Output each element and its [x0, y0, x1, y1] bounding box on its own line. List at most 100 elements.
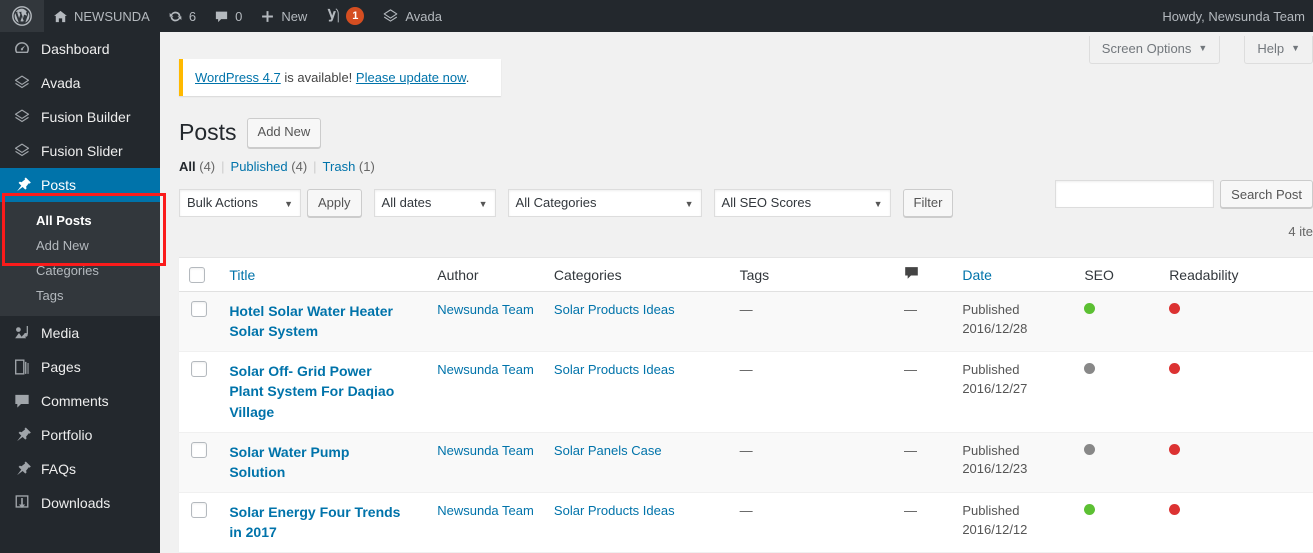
chevron-down-icon: ▼	[284, 198, 293, 209]
sidebar-item-label: Fusion Slider	[41, 143, 123, 159]
wordpress-logo-button[interactable]	[0, 0, 44, 32]
view-trash[interactable]: Trash (1)	[323, 159, 375, 174]
view-published-link[interactable]: Published	[231, 159, 288, 174]
apply-bulk-action-button[interactable]: Apply	[307, 188, 362, 217]
post-author-link[interactable]: Newsunda Team	[437, 443, 534, 458]
bulk-actions-label: Bulk Actions	[187, 195, 258, 211]
sidebar-item-add-new-post[interactable]: Add New	[0, 233, 160, 258]
sidebar-item-fusion-builder[interactable]: Fusion Builder	[0, 100, 160, 134]
sidebar-item-all-posts[interactable]: All Posts	[0, 208, 160, 233]
post-category-link[interactable]: Solar Products Ideas	[554, 362, 675, 377]
bulk-actions-select[interactable]: Bulk Actions ▼	[179, 188, 301, 217]
row-select-cell[interactable]	[179, 492, 220, 553]
row-title-cell: Solar Off- Grid Power Plant System For D…	[219, 351, 428, 433]
sidebar-item-label: Portfolio	[41, 427, 93, 443]
help-button[interactable]: Help ▼	[1244, 36, 1313, 64]
table-nav-top: Bulk Actions ▼ Apply All dates ▼ All Cat…	[179, 188, 1313, 218]
sidebar-item-tags[interactable]: Tags	[0, 283, 160, 308]
sidebar-item-label: Downloads	[41, 495, 111, 511]
screen-meta-links: Screen Options ▼ Help ▼	[1065, 36, 1313, 64]
row-checkbox[interactable]	[191, 441, 207, 458]
updates-icon	[168, 9, 183, 24]
post-date-value: 2016/12/27	[962, 380, 1028, 396]
post-category-link[interactable]: Solar Products Ideas	[554, 503, 675, 518]
posts-submenu: All Posts Add New Categories Tags	[0, 202, 160, 316]
pin-icon	[12, 175, 32, 195]
sidebar-item-faqs[interactable]: FAQs	[0, 452, 160, 486]
displaying-items-count: 4 ite	[1288, 224, 1313, 239]
column-date[interactable]: Date	[952, 257, 1075, 292]
pages-icon	[12, 357, 32, 377]
row-date-cell: Published 2016/12/12	[952, 492, 1075, 553]
post-status-label: Published	[962, 362, 1020, 378]
view-all-link[interactable]: All	[179, 159, 196, 174]
sidebar-item-comments[interactable]: Comments	[0, 384, 160, 418]
post-author-link[interactable]: Newsunda Team	[437, 302, 534, 317]
column-title[interactable]: Title	[219, 257, 428, 292]
row-categories-cell: Solar Panels Case	[543, 432, 730, 493]
row-checkbox[interactable]	[191, 301, 207, 317]
updates-button[interactable]: 6	[159, 0, 205, 32]
filter-separator: |	[313, 158, 317, 174]
sidebar-item-label: Dashboard	[41, 41, 110, 57]
row-tags-cell: —	[729, 432, 894, 493]
seo-score-dot	[1084, 443, 1096, 455]
chevron-down-icon: ▼	[684, 198, 694, 209]
row-select-cell[interactable]	[179, 432, 220, 493]
row-select-cell[interactable]	[179, 291, 220, 353]
comments-button[interactable]: 0	[205, 0, 251, 32]
sidebar-item-posts[interactable]: Posts	[0, 168, 168, 202]
my-account-menu[interactable]: Howdy, Newsunda Team	[1153, 0, 1313, 32]
view-all[interactable]: All (4)	[179, 159, 215, 174]
new-content-button[interactable]: New	[251, 0, 316, 32]
filter-button[interactable]: Filter	[902, 188, 954, 217]
yoast-seo-button[interactable]: 1	[316, 0, 373, 32]
post-author-link[interactable]: Newsunda Team	[437, 362, 534, 377]
row-categories-cell: Solar Products Ideas	[543, 492, 730, 553]
site-name-menu[interactable]: NEWSUNDA	[44, 0, 159, 32]
select-all-checkbox[interactable]	[189, 266, 205, 283]
post-author-link[interactable]: Newsunda Team	[437, 503, 534, 518]
sidebar-item-avada[interactable]: Avada	[0, 66, 160, 100]
screen-options-button[interactable]: Screen Options ▼	[1088, 36, 1221, 64]
seo-score-filter-select[interactable]: All SEO Scores ▼	[713, 188, 891, 217]
sidebar-item-categories[interactable]: Categories	[0, 258, 160, 283]
sidebar-item-fusion-slider[interactable]: Fusion Slider	[0, 134, 160, 168]
post-status-filter-links: All (4) | Published (4) | Trash (1)	[179, 159, 1313, 174]
add-new-post-button[interactable]: Add New	[246, 118, 322, 148]
post-status-label: Published	[962, 502, 1020, 518]
view-trash-link[interactable]: Trash	[323, 159, 356, 174]
comment-bubble-icon	[214, 9, 229, 24]
row-title-cell: Solar Water Pump Solution	[219, 432, 428, 493]
date-filter-select[interactable]: All dates ▼	[373, 188, 496, 217]
fusion-builder-icon	[12, 107, 32, 127]
select-all-column[interactable]	[179, 257, 220, 292]
sidebar-item-downloads[interactable]: Downloads	[0, 486, 160, 520]
row-checkbox[interactable]	[191, 501, 207, 518]
row-checkbox[interactable]	[191, 361, 207, 378]
sidebar-item-pages[interactable]: Pages	[0, 350, 160, 384]
post-title-link[interactable]: Solar Off- Grid Power Plant System For D…	[229, 361, 404, 422]
post-title-link[interactable]: Solar Energy Four Trends in 2017	[229, 502, 404, 543]
please-update-now-link[interactable]: Please update now	[356, 70, 466, 85]
post-category-link[interactable]: Solar Products Ideas	[554, 302, 675, 317]
row-tags-cell: —	[729, 492, 894, 553]
post-category-link[interactable]: Solar Panels Case	[554, 443, 662, 458]
row-select-cell[interactable]	[179, 351, 220, 433]
sidebar-item-media[interactable]: Media	[0, 316, 160, 350]
sidebar-item-portfolio[interactable]: Portfolio	[0, 418, 160, 452]
chevron-down-icon: ▼	[478, 198, 488, 209]
column-comments[interactable]	[893, 257, 953, 292]
wordpress-version-link[interactable]: WordPress 4.7	[195, 70, 281, 85]
category-filter-select[interactable]: All Categories ▼	[507, 188, 702, 217]
table-row: Solar Water Pump Solution Newsunda Team …	[179, 432, 1313, 493]
avada-menu-button[interactable]: Avada	[373, 0, 451, 32]
post-title-link[interactable]: Solar Water Pump Solution	[229, 442, 404, 483]
sidebar-item-dashboard[interactable]: Dashboard	[0, 32, 160, 66]
row-seo-cell	[1074, 432, 1160, 493]
view-published[interactable]: Published (4)	[231, 159, 308, 174]
pin-icon	[12, 459, 32, 479]
post-title-link[interactable]: Hotel Solar Water Heater Solar System	[229, 301, 404, 342]
fusion-slider-icon	[12, 141, 32, 161]
row-readability-cell	[1159, 432, 1313, 493]
